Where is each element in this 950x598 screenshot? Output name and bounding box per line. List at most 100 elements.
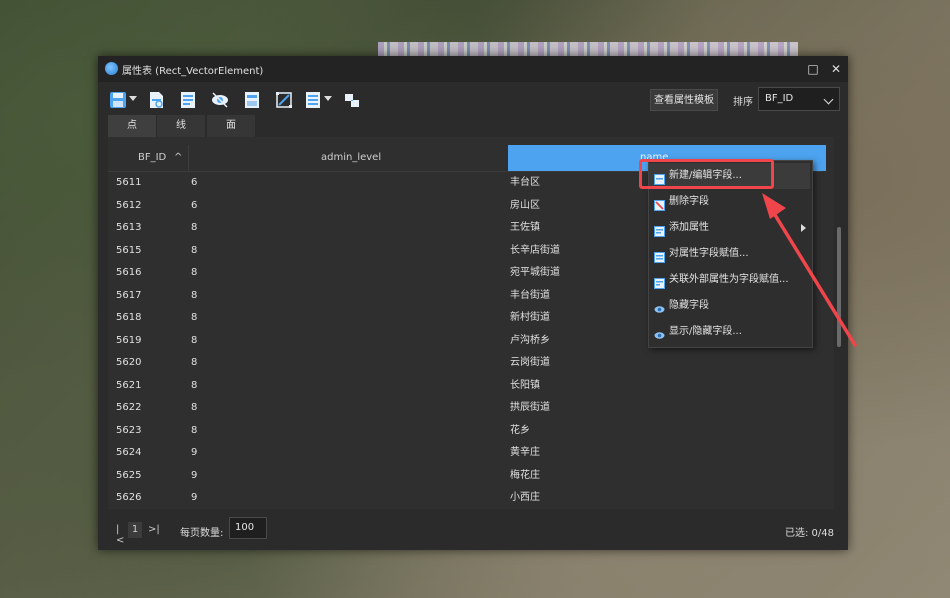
table-row[interactable]: 5621 8 长阳镇 [108,375,822,398]
maximize-button[interactable]: □ [804,60,822,78]
sort-select[interactable]: BF_ID [758,87,840,111]
footer: |< 1 >| 每页数量: 100 已选: 0/48 [98,514,848,550]
cell-bf-id: 5625 [116,469,142,481]
menu-item-delete-field[interactable]: 删除字段 [649,189,810,215]
view-attribute-template-button[interactable]: 查看属性模板 [650,89,718,111]
cell-bf-id: 5612 [116,199,142,211]
attribute-icon[interactable] [178,90,198,110]
app-icon [105,62,118,75]
zoom-extent-icon[interactable] [274,90,294,110]
cell-bf-id: 5624 [116,447,142,458]
new-field-icon[interactable] [146,90,166,110]
cell-bf-id: 5622 [116,402,142,413]
cell-name: 小西庄 [510,492,540,503]
table-row[interactable]: 5620 8 云岗街道 [108,352,822,375]
menu-item-label: 添加属性 [669,222,709,233]
save-icon[interactable] [108,90,128,110]
tab-point[interactable]: 点 [108,115,156,137]
menu-item-label: 显示/隐藏字段... [669,326,742,337]
chevron-down-icon [823,94,834,105]
cell-bf-id: 5620 [116,357,142,368]
cell-bf-id: 5613 [116,222,142,233]
menu-item-label: 对属性字段赋值... [669,248,749,259]
cell-admin-level: 8 [191,334,198,346]
per-page-label: 每页数量: [180,528,224,539]
tab-polygon[interactable]: 面 [207,115,255,137]
cell-admin-level: 8 [191,312,198,323]
cell-bf-id: 5618 [116,312,142,323]
cell-name: 长阳镇 [510,379,540,391]
cell-bf-id: 5615 [116,244,142,256]
menu-item-link-external-attribute[interactable]: 关联外部属性为字段赋值... [649,267,810,293]
cell-admin-level: 8 [191,402,198,413]
cell-name: 丰台街道 [510,289,550,301]
page-number[interactable]: 1 [128,522,142,538]
cell-admin-level: 8 [191,379,198,391]
cell-name: 梅花庄 [510,469,540,481]
table-row[interactable]: 5623 8 花乡 [108,420,822,443]
column-header-bf-id[interactable]: BF_ID [138,145,166,171]
sort-ascending-icon: ^ [174,152,183,163]
cell-admin-level: 6 [191,177,198,188]
column-divider [188,145,189,171]
cell-admin-level: 9 [191,447,198,458]
cell-name: 王佐镇 [510,222,540,233]
cell-admin-level: 8 [191,289,198,301]
cell-admin-level: 9 [191,469,198,481]
cell-bf-id: 5619 [116,334,142,346]
menu-item-show-hide-fields[interactable]: 显示/隐藏字段... [649,319,810,345]
last-page-button[interactable]: >| [148,524,160,535]
cell-name: 长辛店街道 [510,244,560,256]
delete-field-icon [654,196,665,211]
cell-admin-level: 8 [191,267,198,278]
annotation-highlight-box [639,159,774,189]
menu-item-add-attribute[interactable]: 添加属性 [649,215,810,241]
submenu-arrow-icon [801,224,806,232]
first-page-button[interactable]: |< [116,524,124,546]
cell-admin-level: 8 [191,357,198,368]
vertical-scrollbar[interactable] [837,227,841,347]
visibility-icon[interactable] [210,90,230,110]
cell-admin-level: 8 [191,222,198,233]
cell-name: 丰台区 [510,177,540,188]
edit-icon[interactable] [242,90,262,110]
selected-count: 已选: 0/48 [784,528,834,539]
cell-bf-id: 5626 [116,492,142,503]
menu-item-label: 删除字段 [669,196,709,207]
cell-name: 房山区 [510,199,540,211]
cell-admin-level: 8 [191,424,198,436]
cell-admin-level: 9 [191,492,198,503]
title-bar: 属性表 (Rect_VectorElement) □ ✕ [98,56,848,82]
assign-value-icon [654,248,665,263]
menu-item-assign-field-value[interactable]: 对属性字段赋值... [649,241,810,267]
sort-label: 排序 [733,97,753,108]
close-button[interactable]: ✕ [827,60,845,78]
list-icon[interactable] [303,90,323,110]
eye-icon [654,300,665,313]
add-attribute-icon [654,222,665,237]
menu-item-label: 关联外部属性为字段赋值... [669,274,789,285]
table-row[interactable]: 5626 9 小西庄 [108,487,822,510]
cell-name: 卢沟桥乡 [510,334,550,346]
menu-item-hide-field[interactable]: 隐藏字段 [649,293,810,319]
sort-select-value: BF_ID [765,93,794,104]
window-title: 属性表 (Rect_VectorElement) [122,66,264,77]
cell-name: 新村街道 [510,312,550,323]
table-row[interactable]: 5622 8 拱辰街道 [108,397,822,420]
link-external-icon [654,274,665,289]
list-dropdown-arrow[interactable] [324,96,332,101]
eye-icon [654,326,665,339]
per-page-input[interactable]: 100 [229,517,267,539]
cell-bf-id: 5611 [116,177,142,188]
cell-name: 黄辛庄 [510,447,540,458]
menu-item-label: 隐藏字段 [669,300,709,311]
cell-name: 宛平城街道 [510,267,560,278]
layers-icon[interactable] [342,90,362,110]
cell-name: 云岗街道 [510,357,550,368]
table-row[interactable]: 5625 9 梅花庄 [108,465,822,488]
table-row[interactable]: 5624 9 黄辛庄 [108,442,822,465]
column-header-admin-level[interactable]: admin_level [321,145,381,171]
cell-name: 拱辰街道 [510,402,550,413]
tab-line[interactable]: 线 [157,115,205,137]
save-dropdown-arrow[interactable] [129,96,137,101]
